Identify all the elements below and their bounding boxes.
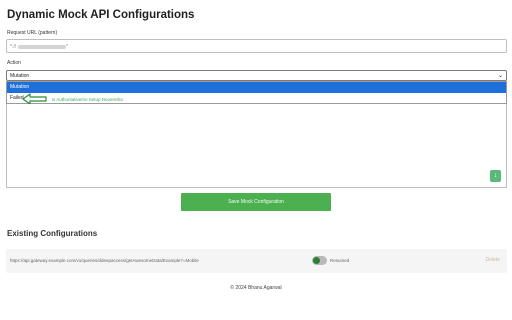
response-textarea[interactable]: ↓: [6, 104, 507, 188]
delete-button[interactable]: Delete: [486, 257, 500, 263]
url-prefix: *://: [10, 44, 17, 50]
action-option-mutation[interactable]: Mutation: [7, 82, 506, 93]
chevron-down-icon: ⌄: [497, 73, 503, 79]
url-redacted: [18, 44, 67, 49]
url-suffix: *: [66, 44, 69, 50]
existing-configs-title: Existing Configurations: [7, 229, 98, 238]
page-title: Dynamic Mock API Configurations: [7, 9, 195, 21]
action-label: Action: [7, 60, 21, 66]
status-toggle[interactable]: [312, 256, 327, 265]
resize-down-icon[interactable]: ↓: [490, 170, 501, 182]
footer-text: © 2024 Bhanu Agarwal: [230, 285, 282, 291]
url-input[interactable]: *:// *: [6, 39, 507, 53]
action-select[interactable]: Mutation ⌄: [6, 70, 507, 81]
status-label: Resumed: [330, 258, 350, 263]
config-url: https://api.gateway.example.com/v1/queri…: [10, 258, 199, 263]
toggle-knob: [313, 257, 320, 264]
config-row: https://api.gateway.example.com/v1/queri…: [6, 249, 507, 273]
annotation-text: is Authoritative/no Setup Nooeretha: [52, 97, 123, 102]
url-label: Request URL (pattern): [7, 30, 58, 36]
save-button[interactable]: Save Mock Configuration: [181, 193, 331, 211]
action-selected-value: Mutation: [10, 73, 30, 79]
